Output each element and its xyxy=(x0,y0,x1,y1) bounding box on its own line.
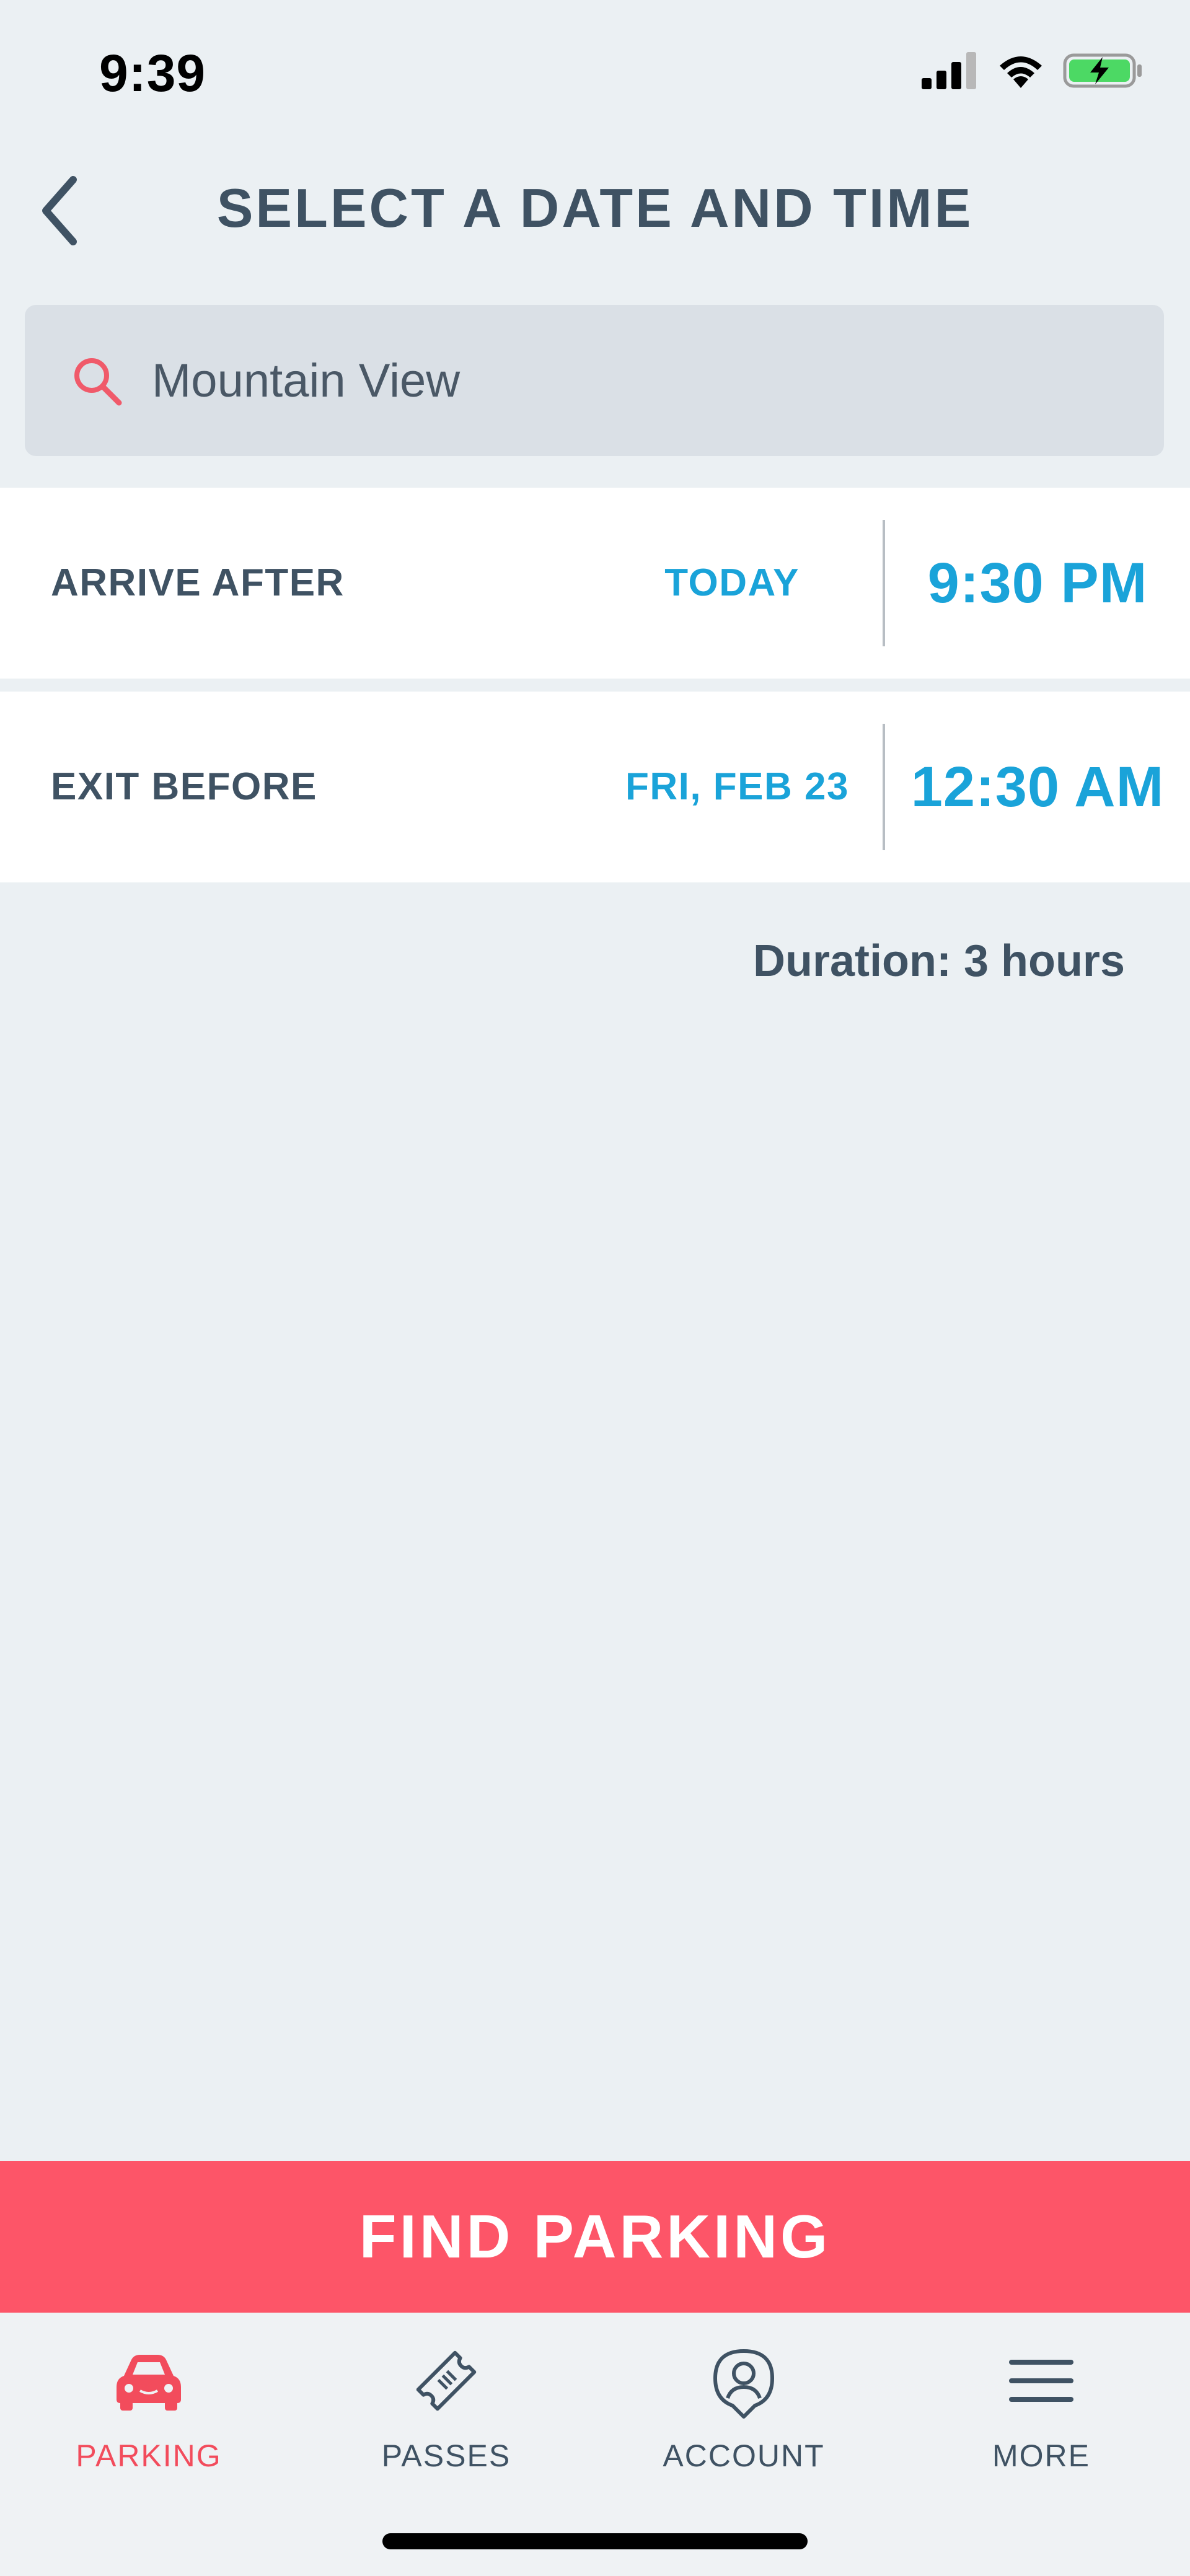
find-parking-button[interactable]: FIND PARKING xyxy=(0,2161,1190,2313)
home-indicator xyxy=(382,2533,808,2549)
status-time: 9:39 xyxy=(99,44,206,102)
exit-before-row: EXIT BEFORE FRI, FEB 23 12:30 AM xyxy=(0,692,1190,882)
nav-label-passes: PASSES xyxy=(381,2438,511,2473)
arrive-after-row: ARRIVE AFTER TODAY 9:30 PM xyxy=(0,488,1190,679)
nav-item-passes[interactable]: PASSES xyxy=(298,2337,595,2499)
ticket-icon xyxy=(416,2350,477,2411)
status-icons xyxy=(922,52,1144,89)
account-icon xyxy=(713,2349,774,2419)
nav-label-more: MORE xyxy=(992,2438,1090,2473)
wifi-icon xyxy=(1000,56,1042,88)
page-title: SELECT A DATE AND TIME xyxy=(216,177,974,239)
battery-charging-icon xyxy=(1063,53,1142,88)
cellular-signal-icon xyxy=(922,52,976,89)
nav-label-parking: PARKING xyxy=(76,2438,222,2473)
arrive-after-label: ARRIVE AFTER xyxy=(51,561,345,604)
duration-text: Duration: 3 hours xyxy=(752,936,1125,986)
exit-before-label: EXIT BEFORE xyxy=(51,765,317,808)
nav-item-more[interactable]: MORE xyxy=(892,2337,1190,2499)
nav-label-account: ACCOUNT xyxy=(663,2438,825,2473)
arrive-time-picker[interactable]: 9:30 PM xyxy=(885,488,1190,679)
bottom-nav: PARKING PASSES ACCOUNT MORE xyxy=(0,2313,1190,2576)
menu-icon xyxy=(1009,2360,1073,2402)
search-box[interactable] xyxy=(25,305,1164,456)
search-icon xyxy=(74,358,122,406)
exit-time-picker[interactable]: 12:30 AM xyxy=(885,692,1190,882)
nav-item-account[interactable]: ACCOUNT xyxy=(595,2337,892,2499)
nav-item-parking[interactable]: PARKING xyxy=(0,2337,298,2499)
arrive-date-picker[interactable]: TODAY xyxy=(664,488,800,679)
search-input[interactable] xyxy=(152,330,1131,431)
header: SELECT A DATE AND TIME xyxy=(0,143,1190,279)
car-icon xyxy=(117,2355,181,2411)
status-bar: 9:39 xyxy=(0,0,1190,143)
exit-date-picker[interactable]: FRI, FEB 23 xyxy=(625,692,849,882)
